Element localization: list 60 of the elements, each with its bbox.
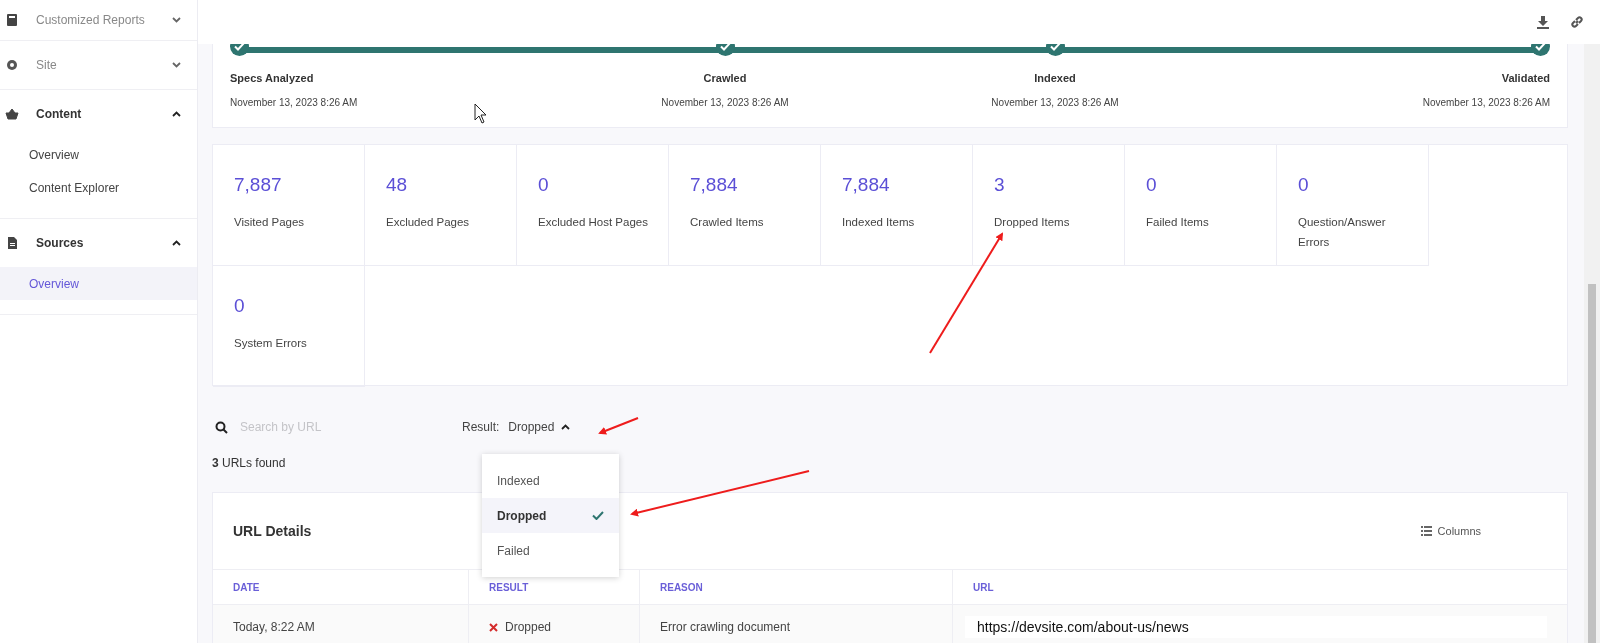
mouse-pointer-icon bbox=[474, 103, 487, 124]
result-cell: Dropped bbox=[469, 605, 640, 643]
column-header[interactable]: REASON bbox=[640, 570, 953, 604]
table-title: URL Details bbox=[233, 521, 312, 541]
search-icon bbox=[215, 420, 228, 434]
sidebar-item[interactable]: Content bbox=[0, 90, 197, 138]
stat-label: System Errors bbox=[234, 335, 308, 351]
stat-label: Visited Pages bbox=[234, 214, 306, 230]
stat-label: Dropped Items bbox=[994, 214, 1071, 230]
book-icon bbox=[5, 13, 19, 27]
stat-label: Failed Items bbox=[1146, 214, 1210, 230]
dropdown-option[interactable]: Dropped bbox=[482, 498, 619, 533]
stat-label: Crawled Items bbox=[690, 214, 765, 230]
table-cell: Today, 8:22 AM bbox=[213, 605, 469, 643]
stat-value: 0 bbox=[1298, 173, 1310, 197]
stat-value: 7,887 bbox=[234, 173, 283, 197]
step-date: November 13, 2023 8:26 AM bbox=[1422, 95, 1550, 110]
results-count: 3 URLs found bbox=[212, 455, 287, 472]
dropdown-option[interactable]: Indexed bbox=[482, 463, 619, 498]
scrollbar[interactable] bbox=[1584, 44, 1600, 643]
check-icon bbox=[592, 511, 604, 520]
stat-value: 0 bbox=[538, 173, 550, 197]
sidebar-subitem[interactable]: Overview bbox=[0, 267, 197, 300]
stat-value: 7,884 bbox=[842, 173, 891, 197]
step-label: Crawled bbox=[703, 71, 747, 86]
dropdown-option[interactable]: Failed bbox=[482, 533, 619, 568]
url-cell: https://devsite.com/about-us/news bbox=[965, 616, 1547, 638]
step-label: Validated bbox=[1501, 71, 1550, 86]
result-filter[interactable]: Result: Dropped bbox=[462, 418, 571, 436]
sidebar-subitem[interactable]: Content Explorer bbox=[0, 171, 197, 204]
step-date: November 13, 2023 8:26 AM bbox=[991, 95, 1119, 110]
column-header[interactable]: DATE bbox=[213, 570, 469, 604]
column-header[interactable]: URL bbox=[953, 570, 1567, 604]
download-icon[interactable] bbox=[1536, 15, 1550, 29]
x-icon bbox=[489, 622, 498, 632]
stat-value: 0 bbox=[234, 294, 246, 318]
stat-value: 48 bbox=[386, 173, 409, 197]
stat-value: 3 bbox=[994, 173, 1006, 197]
stat-label: Question/Answer Errors bbox=[1298, 214, 1387, 250]
sidebar-subitem[interactable]: Overview bbox=[0, 138, 197, 171]
gear-icon bbox=[5, 58, 19, 72]
link-icon[interactable] bbox=[1570, 15, 1584, 29]
document-icon bbox=[5, 236, 19, 250]
list-icon bbox=[1420, 526, 1432, 536]
stat-label: Excluded Pages bbox=[386, 214, 471, 230]
table-cell: Error crawling document bbox=[640, 605, 953, 643]
stat-value: 7,884 bbox=[690, 173, 739, 197]
step-label: Specs Analyzed bbox=[230, 71, 314, 86]
stat-label: Excluded Host Pages bbox=[538, 214, 649, 230]
step-date: November 13, 2023 8:26 AM bbox=[661, 95, 789, 110]
stat-value: 0 bbox=[1146, 173, 1158, 197]
sidebar-item[interactable]: Site bbox=[0, 41, 197, 89]
sidebar-item[interactable]: Customized Reports bbox=[0, 0, 197, 40]
basket-icon bbox=[5, 107, 19, 121]
stat-label: Indexed Items bbox=[842, 214, 916, 230]
step-label: Indexed bbox=[1034, 71, 1076, 86]
step-date: November 13, 2023 8:26 AM bbox=[230, 95, 358, 110]
columns-button[interactable]: Columns bbox=[1420, 522, 1481, 540]
sidebar-item[interactable]: Sources bbox=[0, 219, 197, 267]
annotation-arrow bbox=[598, 417, 639, 435]
